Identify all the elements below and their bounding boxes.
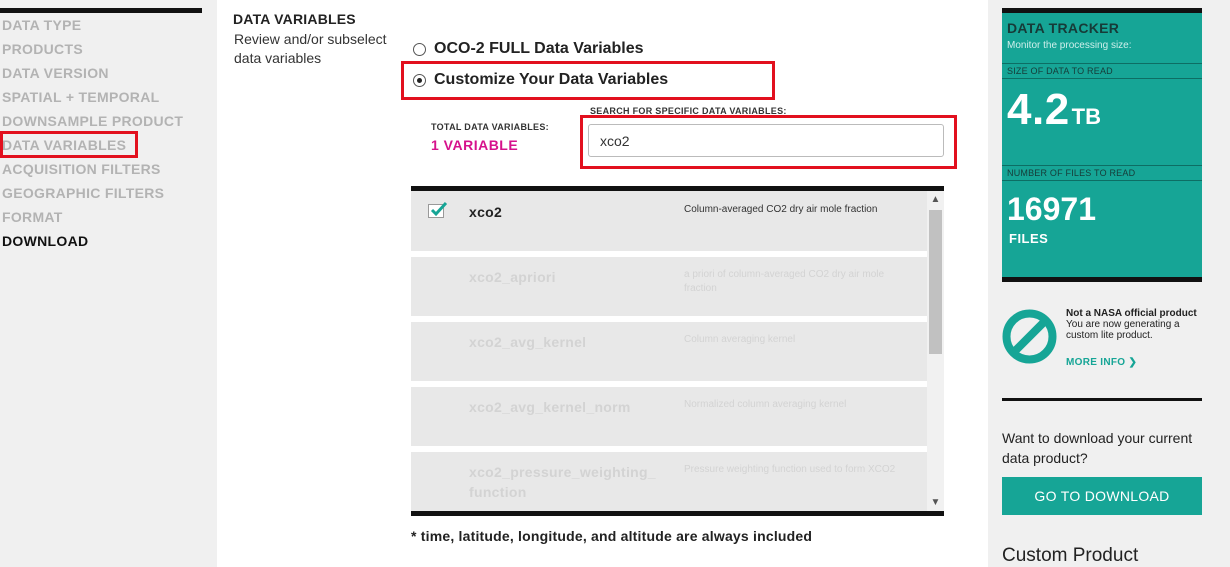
nav-item-acquisition-filters[interactable]: ACQUISITION FILTERS bbox=[2, 161, 161, 177]
variable-description: Column-averaged CO2 dry air mole fractio… bbox=[684, 204, 878, 215]
tracker-title: DATA TRACKER bbox=[1007, 20, 1120, 36]
variable-description: Pressure weighting function used to form… bbox=[684, 464, 896, 475]
customize-highlight-box bbox=[401, 61, 775, 100]
nav-item-format[interactable]: FORMAT bbox=[2, 209, 63, 225]
custom-product-title: Custom Product bbox=[1002, 545, 1139, 566]
nav-item-download[interactable]: DOWNLOAD bbox=[2, 233, 88, 249]
data-tracker: DATA TRACKER Monitor the processing size… bbox=[1002, 8, 1202, 282]
option-full-label: OCO-2 FULL Data Variables bbox=[434, 40, 644, 57]
variable-row[interactable]: xco2_avg_kernel_norm Normalized column a… bbox=[411, 387, 927, 446]
scroll-thumb[interactable] bbox=[929, 210, 942, 354]
list-scrollbar[interactable]: ▲ ▼ bbox=[927, 191, 944, 511]
variable-description: Column averaging kernel bbox=[684, 334, 796, 345]
scroll-down-icon[interactable]: ▼ bbox=[927, 494, 944, 511]
radio-unchecked-icon[interactable] bbox=[413, 42, 426, 56]
go-to-download-button[interactable]: GO TO DOWNLOAD bbox=[1002, 477, 1202, 515]
variable-row[interactable]: xco2_avg_kernel Column averaging kernel bbox=[411, 322, 927, 381]
variable-name: xco2_avg_kernel bbox=[469, 334, 587, 350]
size-unit: TB bbox=[1071, 104, 1101, 129]
tracker-divider bbox=[1002, 180, 1202, 181]
nav-item-geographic-filters[interactable]: GEOGRAPHIC FILTERS bbox=[2, 185, 164, 201]
panel-divider bbox=[1002, 398, 1202, 401]
nav-item-data-version[interactable]: DATA VERSION bbox=[2, 65, 109, 81]
more-info-label: MORE INFO bbox=[1066, 357, 1126, 368]
option-full-variables[interactable]: OCO-2 FULL Data Variables bbox=[413, 40, 644, 58]
search-highlight-box bbox=[580, 115, 957, 169]
nav-top-bar bbox=[0, 8, 202, 13]
nav-item-products[interactable]: PRODUCTS bbox=[2, 41, 83, 57]
left-navigation: DATA TYPE PRODUCTS DATA VERSION SPATIAL … bbox=[0, 0, 217, 567]
total-variables-label: TOTAL DATA VARIABLES: bbox=[431, 122, 549, 132]
section-title: DATA VARIABLES bbox=[233, 11, 356, 27]
scroll-up-icon[interactable]: ▲ bbox=[927, 191, 944, 208]
files-value: 16971 bbox=[1007, 191, 1096, 227]
variable-name: xco2_pressure_weighting_function bbox=[469, 464, 656, 500]
notice-text: Not a NASA official product You are now … bbox=[1066, 308, 1201, 341]
not-nasa-icon bbox=[1002, 309, 1057, 364]
nav-item-downsample-product[interactable]: DOWNSAMPLE PRODUCT bbox=[2, 113, 183, 129]
variable-name: xco2_apriori bbox=[469, 269, 556, 285]
tracker-divider bbox=[1002, 165, 1202, 166]
more-info-link[interactable]: MORE INFO ❯ bbox=[1066, 357, 1137, 368]
variable-list: xco2 Column-averaged CO2 dry air mole fr… bbox=[411, 191, 944, 511]
nav-item-data-type[interactable]: DATA TYPE bbox=[2, 17, 81, 33]
variable-description: a priori of column-averaged CO2 dry air … bbox=[684, 269, 885, 294]
tracker-divider bbox=[1002, 63, 1202, 64]
chevron-right-icon: ❯ bbox=[1128, 357, 1138, 368]
notice-body: You are now generating a custom lite pro… bbox=[1066, 319, 1180, 341]
files-unit: FILES bbox=[1009, 231, 1049, 246]
variable-row[interactable]: xco2_apriori a priori of column-averaged… bbox=[411, 257, 927, 316]
files-label: NUMBER OF FILES TO READ bbox=[1007, 168, 1136, 178]
footnote: * time, latitude, longitude, and altitud… bbox=[411, 528, 813, 544]
size-label: SIZE OF DATA TO READ bbox=[1007, 66, 1113, 76]
total-variables-value: 1 VARIABLE bbox=[431, 137, 519, 153]
download-question: Want to download your current data produ… bbox=[1002, 430, 1193, 466]
variable-row[interactable]: xco2 Column-averaged CO2 dry air mole fr… bbox=[411, 191, 927, 251]
size-value: 4.2TB bbox=[1007, 85, 1101, 135]
checkbox-checked-icon[interactable] bbox=[428, 201, 448, 218]
size-number: 4.2 bbox=[1007, 85, 1070, 134]
list-bottom-bar bbox=[411, 511, 944, 516]
tracker-divider bbox=[1002, 78, 1202, 79]
variable-description: Normalized column averaging kernel bbox=[684, 399, 847, 410]
nav-highlight-box bbox=[0, 131, 138, 158]
nav-item-spatial-temporal[interactable]: SPATIAL + TEMPORAL bbox=[2, 89, 159, 105]
variable-name: xco2 bbox=[469, 204, 503, 220]
variable-name: xco2_avg_kernel_norm bbox=[469, 399, 631, 415]
section-description: Review and/or subselect data variables bbox=[234, 31, 387, 66]
variable-row[interactable]: xco2_pressure_weighting_function Pressur… bbox=[411, 452, 927, 511]
tracker-subtitle: Monitor the processing size: bbox=[1007, 40, 1132, 51]
notice-title: Not a NASA official product bbox=[1066, 308, 1197, 319]
